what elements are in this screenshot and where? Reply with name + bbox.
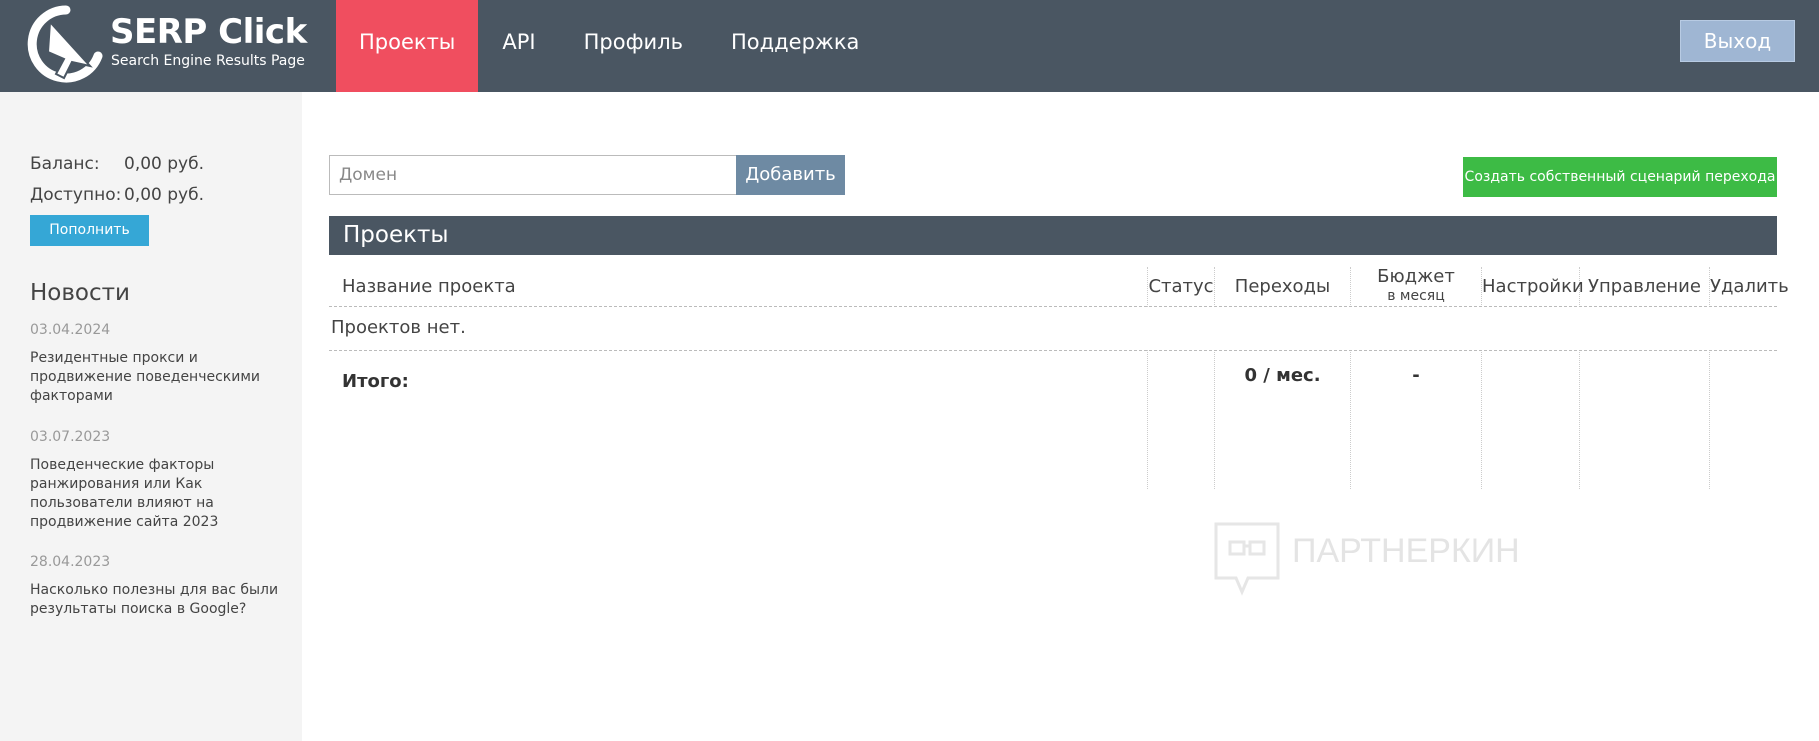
news-item: 03.04.2024 Резидентные прокси и продвиже…: [30, 321, 280, 406]
top-header: SERP Click Search Engine Results Page Пр…: [0, 0, 1819, 92]
col-settings-header: Настройки: [1482, 276, 1584, 297]
available-row: Доступно: 0,00 руб.: [30, 185, 204, 205]
topup-button[interactable]: Пополнить: [30, 215, 149, 246]
col-delete-header: Удалить: [1710, 276, 1789, 297]
cursor-logo-icon: [27, 5, 103, 83]
total-clicks: 0 / мес.: [1244, 365, 1321, 386]
logo-subtitle: Search Engine Results Page: [111, 53, 305, 69]
news-link[interactable]: Насколько полезны для вас были результат…: [30, 581, 280, 619]
empty-projects-text: Проектов нет.: [331, 317, 466, 338]
total-label: Итого:: [342, 371, 409, 392]
watermark-text: ПАРТНЕРКИН: [1292, 532, 1520, 570]
projects-title: Проекты: [343, 222, 449, 248]
sidebar: Баланс: 0,00 руб. Доступно: 0,00 руб. Попо…: [0, 92, 302, 741]
balance-label: Баланс:: [30, 154, 100, 174]
balance-row: Баланс: 0,00 руб.: [30, 154, 204, 174]
projects-header-bar: Проекты: [329, 216, 1777, 255]
news-date: 03.04.2024: [30, 322, 111, 338]
logo-title: SERP Click: [110, 12, 307, 52]
logo[interactable]: SERP Click Search Engine Results Page: [26, 4, 316, 88]
domain-input[interactable]: [329, 155, 738, 195]
news-item: 03.07.2023 Поведенческие факторы ранжиро…: [30, 428, 280, 532]
col-manage-header: Управление: [1588, 276, 1701, 297]
news-link[interactable]: Поведенческие факторы ранжирования или К…: [30, 456, 280, 532]
nav-profile[interactable]: Профиль: [560, 0, 707, 92]
logout-button[interactable]: Выход: [1680, 20, 1795, 62]
partnerkin-watermark-icon: ПАРТНЕРКИН: [1214, 522, 1520, 596]
create-scenario-button[interactable]: Создать собственный сценарий перехода: [1463, 157, 1777, 197]
col-name-header: Название проекта: [342, 276, 516, 297]
news-date: 28.04.2023: [30, 554, 111, 570]
col-budget-subheader: в месяц: [1387, 288, 1445, 304]
main-nav: Проекты API Профиль Поддержка: [336, 0, 883, 92]
empty-row: Проектов нет.: [329, 307, 1777, 350]
nav-projects[interactable]: Проекты: [336, 0, 479, 92]
col-status-header: Статус: [1148, 276, 1214, 297]
table-divider: [329, 350, 1777, 351]
news-link[interactable]: Резидентные прокси и продвижение поведен…: [30, 349, 280, 406]
available-label: Доступно:: [30, 185, 122, 205]
news-item: 28.04.2023 Насколько полезны для вас был…: [30, 553, 280, 619]
nav-api[interactable]: API: [478, 0, 559, 92]
total-budget: -: [1412, 365, 1420, 386]
available-value: 0,00 руб.: [124, 185, 204, 205]
col-budget-header: Бюджет: [1377, 266, 1455, 287]
add-domain-button[interactable]: Добавить: [736, 155, 845, 195]
main-content: Добавить Создать собственный сценарий пе…: [302, 92, 1819, 741]
news-heading: Новости: [30, 280, 130, 306]
balance-value: 0,00 руб.: [124, 154, 204, 174]
news-date: 03.07.2023: [30, 429, 111, 445]
col-clicks-header: Переходы: [1234, 276, 1331, 297]
nav-support[interactable]: Поддержка: [707, 0, 883, 92]
